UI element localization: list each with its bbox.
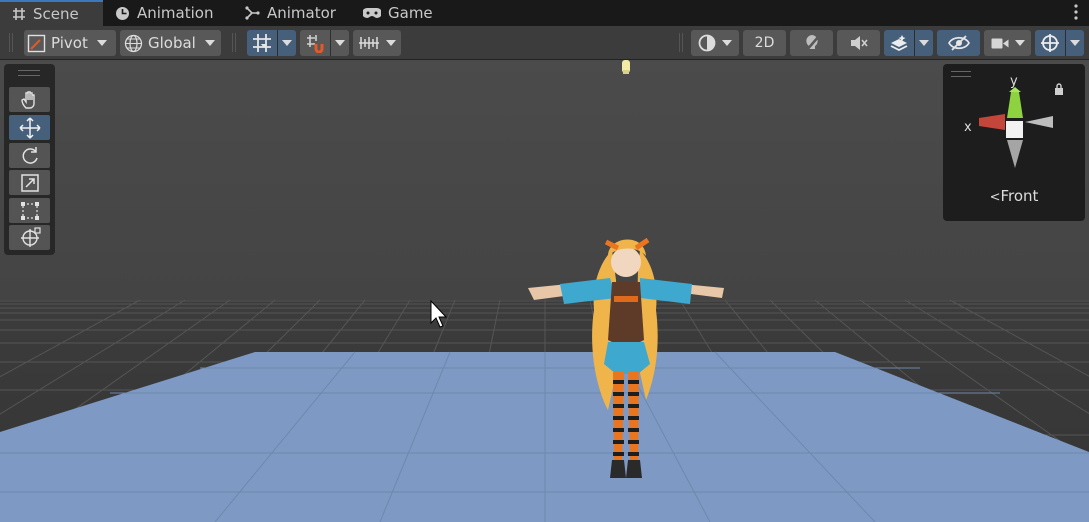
chevron-left-icon: < [989,190,1001,205]
audio-toggle[interactable] [837,30,880,56]
chevron-down-icon [282,40,292,46]
grid-icon [13,8,25,20]
negative-x-axis-cone[interactable] [1025,116,1053,128]
tab-scene[interactable]: Scene [0,0,103,26]
mode-2d-toggle[interactable]: 2D [743,30,786,56]
scene-visibility-toggle[interactable] [937,30,980,56]
rect-transform-icon [20,201,39,220]
chevron-down-icon [204,40,215,46]
tab-animator-label: Animator [267,4,336,22]
chevron-down-icon [1070,40,1080,46]
orientation-gizmo: y x <Front [943,64,1085,221]
negative-y-axis-cone[interactable] [1007,140,1023,168]
rotate-tool-button[interactable] [9,143,50,168]
more-menu-icon[interactable] [1073,3,1079,21]
transform-icon [20,226,41,247]
magnet-snap-icon [307,35,324,53]
gamepad-icon [363,8,381,18]
chevron-down-icon [386,40,396,46]
scene-render [0,60,1089,522]
camera-icon [991,38,1008,48]
toolbar-grip[interactable] [679,33,683,52]
effects-dropdown[interactable] [914,30,933,56]
lightbulb-off-icon [804,35,820,52]
rotate-icon [22,146,38,164]
y-axis-cone[interactable] [1007,92,1023,118]
globe-icon [124,34,143,52]
pivot-label: Pivot [51,34,88,52]
effects-toggle[interactable] [884,30,914,56]
grid-snap-toggle[interactable] [247,30,277,56]
chevron-down-icon [722,40,732,46]
tab-bar: Scene Animation Animator Game [0,0,1089,26]
move-arrows-icon [18,116,41,139]
tab-game-label: Game [388,4,433,22]
light-gizmo-icon[interactable] [622,60,630,74]
gizmos-dropdown[interactable] [1065,30,1084,56]
gizmos-toggle[interactable] [1035,30,1065,56]
mode-2d-label: 2D [754,35,775,51]
camera-dropdown[interactable] [984,30,1031,56]
chevron-down-icon [919,40,929,46]
increment-snap-dropdown[interactable] [330,30,349,56]
increment-snap-toggle[interactable] [300,30,330,56]
animator-icon [245,6,260,20]
x-axis-label: x [964,120,972,135]
audio-mute-icon [850,36,868,50]
tab-scene-label: Scene [33,5,79,23]
chevron-down-icon [335,40,345,46]
effects-layers-icon [890,35,908,52]
tab-animation-label: Animation [137,4,214,22]
global-dropdown[interactable]: Global [120,30,221,56]
tab-animator[interactable]: Animator [245,0,336,26]
toolbar-grip[interactable] [232,33,236,52]
global-label: Global [148,34,196,52]
view-label[interactable]: <Front [943,187,1085,205]
hand-icon [20,90,35,109]
rect-tool-button[interactable] [9,198,50,223]
pivot-dropdown[interactable]: Pivot [24,30,116,56]
scale-tool-button[interactable] [9,170,50,195]
move-tool-button[interactable] [9,115,50,140]
view-label-text: Front [1000,187,1039,205]
x-axis-cone[interactable] [979,114,1005,130]
tools-palette [4,64,55,255]
grid-snap-icon [253,34,271,52]
clock-icon [116,6,129,20]
palette-grip[interactable] [18,70,40,76]
gizmo-center-cube[interactable] [1006,121,1023,138]
tab-game[interactable]: Game [363,0,433,26]
scene-toolbar: Pivot Global 2D [0,26,1089,60]
chevron-down-icon [1014,40,1025,46]
pivot-icon [27,34,46,52]
ruler-icon [359,37,379,49]
gizmos-icon [1041,34,1059,52]
y-axis-label: y [1010,74,1018,89]
chevron-down-icon [96,40,107,46]
transform-tool-button[interactable] [9,225,50,250]
tab-animation[interactable]: Animation [115,0,213,26]
scale-icon [20,173,39,192]
scene-viewport[interactable] [0,60,1089,522]
eye-hidden-icon [947,35,970,51]
shading-mode-dropdown[interactable] [691,30,739,56]
hand-tool-button[interactable] [9,87,50,112]
ruler-dropdown[interactable] [353,30,401,56]
lighting-toggle[interactable] [790,30,833,56]
shading-sphere-icon [698,34,716,52]
toolbar-grip[interactable] [9,33,13,52]
grid-snap-dropdown[interactable] [277,30,296,56]
